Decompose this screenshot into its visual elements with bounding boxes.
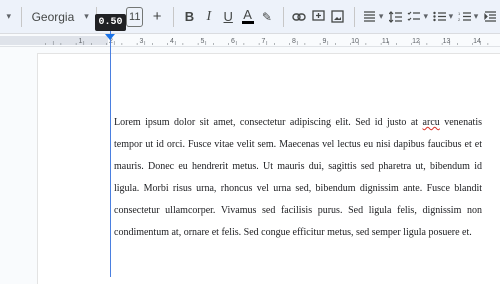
- numbered-list-icon[interactable]: 1 2 ▾: [455, 5, 480, 29]
- bold-button[interactable]: B: [180, 5, 199, 29]
- paragraph-line: condimentum at, ornare et felis. Sed con…: [114, 227, 472, 238]
- highlight-pen-icon[interactable]: ✎: [257, 5, 276, 29]
- toolbar-divider: [353, 6, 355, 27]
- document-body[interactable]: Lorem ipsum dolor sit amet, consectetur …: [114, 112, 482, 244]
- italic-button[interactable]: I: [199, 5, 218, 29]
- ruler-number: 5: [201, 38, 205, 45]
- paragraph-line: ligula. Morbi risus urna, rhoncus vel ur…: [114, 183, 482, 194]
- zoom-dropdown-caret[interactable]: ▾: [3, 5, 15, 29]
- document-page[interactable]: Lorem ipsum dolor sit amet, consectetur …: [38, 54, 500, 284]
- align-icon[interactable]: ▾: [361, 5, 386, 29]
- left-indent-marker[interactable]: [105, 34, 115, 40]
- chevron-down-icon: ▾: [378, 11, 384, 21]
- text-color-swatch: [241, 21, 254, 24]
- increase-font-size-button[interactable]: +: [147, 5, 166, 29]
- ruler-number: 7: [262, 38, 266, 45]
- chevron-down-icon: ▾: [423, 11, 428, 21]
- insert-image-icon[interactable]: [328, 5, 347, 29]
- toolbar-divider: [282, 6, 284, 27]
- indent-guide-line: [110, 30, 111, 277]
- add-comment-icon[interactable]: [309, 5, 328, 29]
- svg-text:2: 2: [458, 17, 461, 22]
- toolbar-divider: [172, 6, 174, 27]
- line-spacing-icon[interactable]: [386, 5, 405, 29]
- underline-button[interactable]: U: [219, 5, 238, 29]
- paragraph-line: tempor ut id orci. Fusce vitae velit sem…: [114, 139, 482, 150]
- font-family-select[interactable]: Georgia ▾: [28, 5, 90, 29]
- text-color-letter: A: [243, 7, 252, 22]
- ruler-scale: 1 2 3 4 5 6 7 8 9 10 11 12 13 14: [0, 36, 489, 45]
- ruler-margin: [0, 36, 108, 45]
- paragraph-line: Lorem ipsum dolor sit amet, consectetur …: [114, 112, 482, 134]
- formatting-toolbar: ▾ Georgia ▾ − 11 + B I U A ✎ ▾ ▾ ▾ 12▾: [0, 0, 500, 34]
- line-text: Lorem ipsum dolor sit amet, consectetur …: [114, 117, 419, 128]
- chevron-down-icon: ▾: [84, 11, 89, 21]
- bulleted-list-icon[interactable]: ▾: [430, 5, 455, 29]
- paragraph-line: mauris. Donec eu hendrerit metus. Ut mau…: [114, 161, 482, 172]
- ruler-number: 11: [382, 38, 389, 45]
- chevron-down-icon: ▾: [473, 11, 479, 21]
- svg-text:1: 1: [458, 11, 461, 16]
- ruler-number: 9: [323, 38, 327, 45]
- insert-link-icon[interactable]: [290, 5, 309, 29]
- font-size-input[interactable]: 11: [125, 6, 144, 27]
- indent-value-tooltip: 0.50: [95, 14, 126, 31]
- ruler-number: 13: [443, 38, 451, 45]
- chevron-down-icon: ▾: [448, 11, 454, 21]
- ruler-number: 12: [412, 38, 420, 45]
- toolbar-divider: [20, 6, 22, 27]
- paragraph-line: consectetur ullamcorper. Vivamus sed fac…: [114, 205, 482, 216]
- indent-icon[interactable]: [481, 5, 500, 29]
- misspelled-word[interactable]: arcu: [423, 117, 440, 128]
- font-family-label: Georgia: [31, 9, 75, 24]
- ruler-number: 3: [140, 38, 144, 45]
- horizontal-ruler[interactable]: 1 2 3 4 5 6 7 8 9 10 11 12 13 14: [0, 34, 500, 47]
- ruler-number: 10: [351, 38, 359, 45]
- ruler-number: 4: [170, 38, 174, 45]
- ruler-number: 14: [473, 38, 481, 45]
- checklist-icon[interactable]: ▾: [405, 5, 430, 29]
- ruler-number: 6: [231, 38, 235, 45]
- line-text-tail: venenatis: [444, 117, 482, 128]
- ruler-number: 1: [79, 38, 83, 45]
- text-color-button[interactable]: A: [238, 5, 257, 29]
- ruler-number: 8: [292, 38, 296, 45]
